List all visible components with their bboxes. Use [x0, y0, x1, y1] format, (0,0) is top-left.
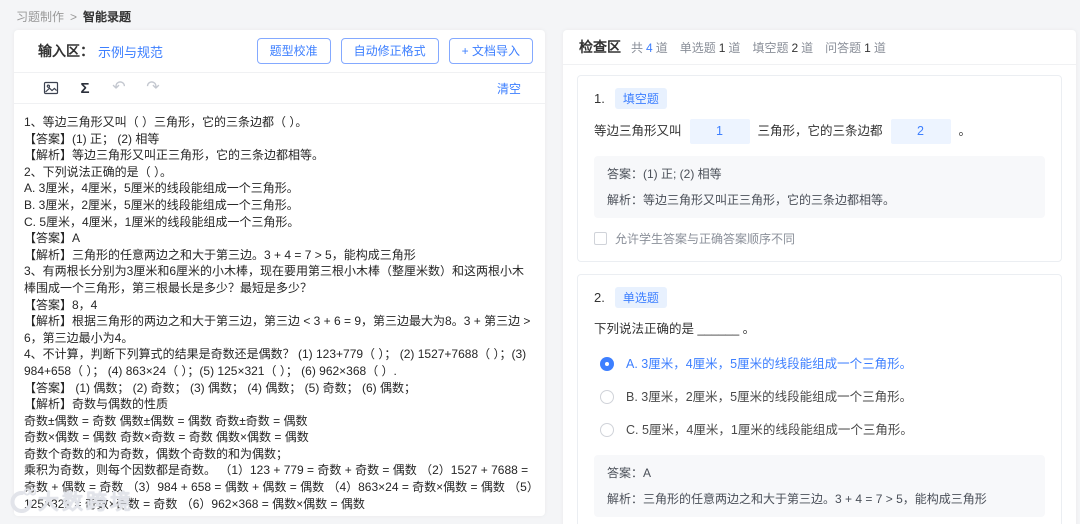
main-content: 输入区： 示例与规范 题型校准 自动修正格式 + 文档导入 Σ ↶ ↷ 清空 1… — [14, 30, 1076, 524]
undo-icon[interactable]: ↶ — [110, 79, 128, 97]
answer-value: A — [643, 466, 652, 480]
check-panel-header: 检查区 共4道 单选题 1 道 填空题 2 道 问答题 1 道 — [563, 30, 1076, 65]
question-type-calibrate-button[interactable]: 题型校准 — [256, 38, 331, 64]
stat-qa: 问答题 1 道 — [825, 40, 886, 55]
editor-line: 1、等边三角形又叫（ ）三角形，它的三条边都（ ）。 — [24, 115, 308, 129]
editor-line: 【答案】8，4 — [24, 297, 98, 312]
editor-line: 【答案】A — [24, 231, 81, 246]
redo-icon[interactable]: ↷ — [144, 79, 162, 97]
answer-label: 答案： — [607, 466, 644, 480]
answer-box: 答案：A 解析：三角形的任意两边之和大于第三边。3 + 4 = 7 > 5，能构… — [594, 455, 1045, 517]
blank-input-1[interactable]: 1 — [689, 119, 750, 144]
question-card-2: 2. 单选题 下列说法正确的是 ______ 。 A. 3厘米，4厘米，5厘米的… — [577, 274, 1062, 524]
auto-fix-format-button[interactable]: 自动修正格式 — [340, 38, 439, 64]
editor-line: 奇数±偶数 = 奇数 偶数±偶数 = 偶数 奇数±奇数 = 偶数 — [24, 413, 308, 428]
breadcrumb-parent[interactable]: 习题制作 — [16, 8, 64, 25]
question-source-editor[interactable]: 1、等边三角形又叫（ ）三角形，它的三条边都（ ）。 【答案】(1) 正； (2… — [14, 104, 545, 516]
question-number: 2. — [594, 290, 605, 305]
editor-line: B. 3厘米，2厘米，5厘米的线段能组成一个三角形。 — [24, 197, 299, 212]
breadcrumb: 习题制作 > 智能录题 — [16, 8, 131, 25]
clear-button[interactable]: 清空 — [497, 80, 521, 97]
question-card-1: 1. 填空题 等边三角形又叫 1 三角形，它的三条边都 2。 答案：(1) 正; (2… — [577, 75, 1062, 262]
check-panel-title: 检查区 — [579, 39, 621, 55]
question-type-badge: 单选题 — [614, 287, 667, 308]
analysis-label: 解析： — [607, 492, 644, 506]
breadcrumb-separator: > — [70, 9, 78, 24]
allow-any-order-checkbox[interactable]: 允许学生答案与正确答案顺序不同 — [594, 230, 1045, 247]
editor-line: 奇数个奇数的和为奇数，偶数个奇数的和为偶数； — [24, 446, 289, 461]
editor-line: 4、不计算，判断下列算式的结果是奇数还是偶数？ (1) 123+779（ ）； … — [24, 347, 530, 378]
checkbox-label: 允许学生答案与正确答案顺序不同 — [615, 232, 796, 246]
editor-line: 【答案】 (1) 偶数； (2) 奇数； (3) 偶数； (4) 偶数； (5)… — [24, 380, 417, 395]
input-panel-title: 输入区： — [38, 43, 94, 59]
answer-value: (1) 正; (2) 相等 — [643, 167, 722, 181]
analysis-value: 等边三角形又叫正三角形，它的三条边都相等。 — [643, 193, 896, 207]
option-b[interactable]: B. 3厘米，2厘米，5厘米的线段能组成一个三角形。 — [594, 388, 1045, 406]
editor-line: 【答案】(1) 正； (2) 相等 — [24, 131, 160, 146]
import-document-button[interactable]: + 文档导入 — [448, 38, 533, 64]
option-c[interactable]: C. 5厘米，4厘米，1厘米的线段能组成一个三角形。 — [594, 421, 1045, 439]
breadcrumb-current: 智能录题 — [83, 10, 132, 24]
answer-box: 答案：(1) 正; (2) 相等 解析：等边三角形又叫正三角形，它的三条边都相等… — [594, 156, 1045, 218]
editor-line: 【解析】奇数与偶数的性质 — [24, 397, 169, 412]
formula-sigma-icon[interactable]: Σ — [76, 79, 94, 97]
stat-total: 共4道 — [631, 40, 668, 55]
blank-input-2[interactable]: 2 — [890, 119, 951, 144]
analysis-label: 解析： — [607, 193, 644, 207]
question-type-badge: 填空题 — [614, 88, 667, 109]
editor-line: 2、下列说法正确的是（ ）。 — [24, 164, 173, 179]
checkbox-icon[interactable] — [594, 232, 607, 245]
option-a[interactable]: A. 3厘米，4厘米，5厘米的线段能组成一个三角形。 — [594, 355, 1045, 373]
input-panel: 输入区： 示例与规范 题型校准 自动修正格式 + 文档导入 Σ ↶ ↷ 清空 1… — [14, 30, 545, 516]
question-number: 1. — [594, 91, 605, 106]
radio-icon[interactable] — [600, 390, 614, 404]
examples-and-rules-link[interactable]: 示例与规范 — [98, 42, 163, 61]
editor-line: 【解析】三角形的任意两边之和大于第三边。3 + 4 = 7 > 5，能构成三角形 — [24, 247, 416, 262]
analysis-value: 三角形的任意两边之和大于第三边。3 + 4 = 7 > 5，能构成三角形 — [643, 492, 987, 506]
answer-label: 答案： — [607, 167, 644, 181]
stat-fill-blank: 填空题 2 道 — [752, 40, 814, 55]
editor-line: 【解析】根据三角形的两边之和大于第三边，第三边 < 3 + 6 = 9，第三边最… — [24, 314, 534, 345]
editor-line: C. 5厘米，4厘米，1厘米的线段能组成一个三角形。 — [24, 214, 300, 229]
stat-single-choice: 单选题 1 道 — [679, 40, 741, 55]
radio-selected-icon[interactable] — [600, 357, 614, 371]
image-icon[interactable] — [42, 79, 60, 97]
editor-line: 【解析】等边三角形又叫正三角形，它的三条边都相等。 — [24, 148, 325, 163]
editor-toolbar: Σ ↶ ↷ 清空 — [14, 73, 545, 104]
editor-line: 3、有两根长分别为3厘米和6厘米的小木棒，现在要用第三根小木棒（整厘米数）和这两… — [24, 264, 525, 295]
editor-line: 乘积为奇数，则每个因数都是奇数。 （1）123 + 779 = 奇数 + 奇数 … — [24, 463, 533, 511]
input-panel-header: 输入区： 示例与规范 题型校准 自动修正格式 + 文档导入 — [14, 30, 545, 73]
question-stem: 下列说法正确的是 ______ 。 — [594, 322, 756, 336]
question-list[interactable]: 1. 填空题 等边三角形又叫 1 三角形，它的三条边都 2。 答案：(1) 正; (2… — [563, 65, 1076, 524]
check-panel: 检查区 共4道 单选题 1 道 填空题 2 道 问答题 1 道 1. 填空题 等… — [563, 30, 1076, 524]
question-stem: 等边三角形又叫 1 三角形，它的三条边都 2。 — [594, 119, 1045, 144]
editor-line: 奇数×偶数 = 偶数 奇数×奇数 = 奇数 偶数×偶数 = 偶数 — [24, 430, 309, 445]
editor-line: A. 3厘米，4厘米，5厘米的线段能组成一个三角形。 — [24, 181, 299, 196]
radio-icon[interactable] — [600, 423, 614, 437]
